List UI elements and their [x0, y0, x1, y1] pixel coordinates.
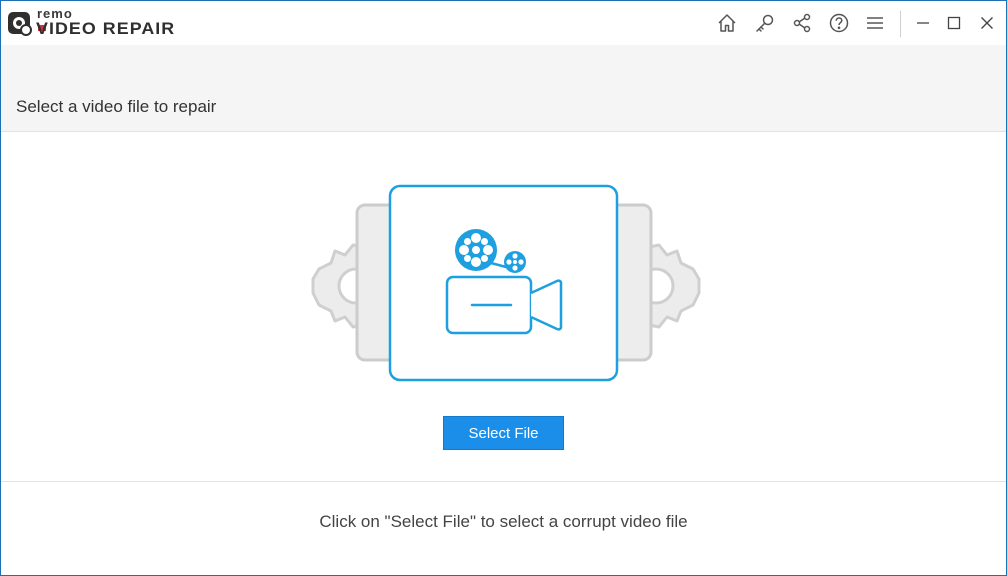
remo-logo-icon — [8, 12, 32, 36]
titlebar-separator — [900, 11, 901, 37]
title-bar: remo VIDEO REPAIR — [1, 1, 1006, 45]
maximize-icon[interactable] — [942, 11, 966, 35]
instruction-hint: Click on "Select File" to select a corru… — [319, 512, 688, 531]
header-band: Select a video file to repair — [1, 45, 1006, 132]
minimize-icon[interactable] — [911, 11, 935, 35]
logo-product-text: VIDEO REPAIR — [36, 19, 176, 38]
select-file-button[interactable]: Select File — [443, 416, 564, 450]
page-title: Select a video file to repair — [16, 97, 217, 116]
help-icon[interactable] — [827, 11, 851, 35]
app-window: remo VIDEO REPAIR Select a video file to… — [0, 0, 1007, 576]
home-icon[interactable] — [715, 11, 739, 35]
menu-icon[interactable] — [863, 11, 887, 35]
share-icon[interactable] — [790, 11, 814, 35]
video-repair-illustration — [311, 184, 701, 382]
key-icon[interactable] — [753, 11, 777, 35]
close-icon[interactable] — [975, 11, 999, 35]
footer-divider — [1, 481, 1006, 482]
